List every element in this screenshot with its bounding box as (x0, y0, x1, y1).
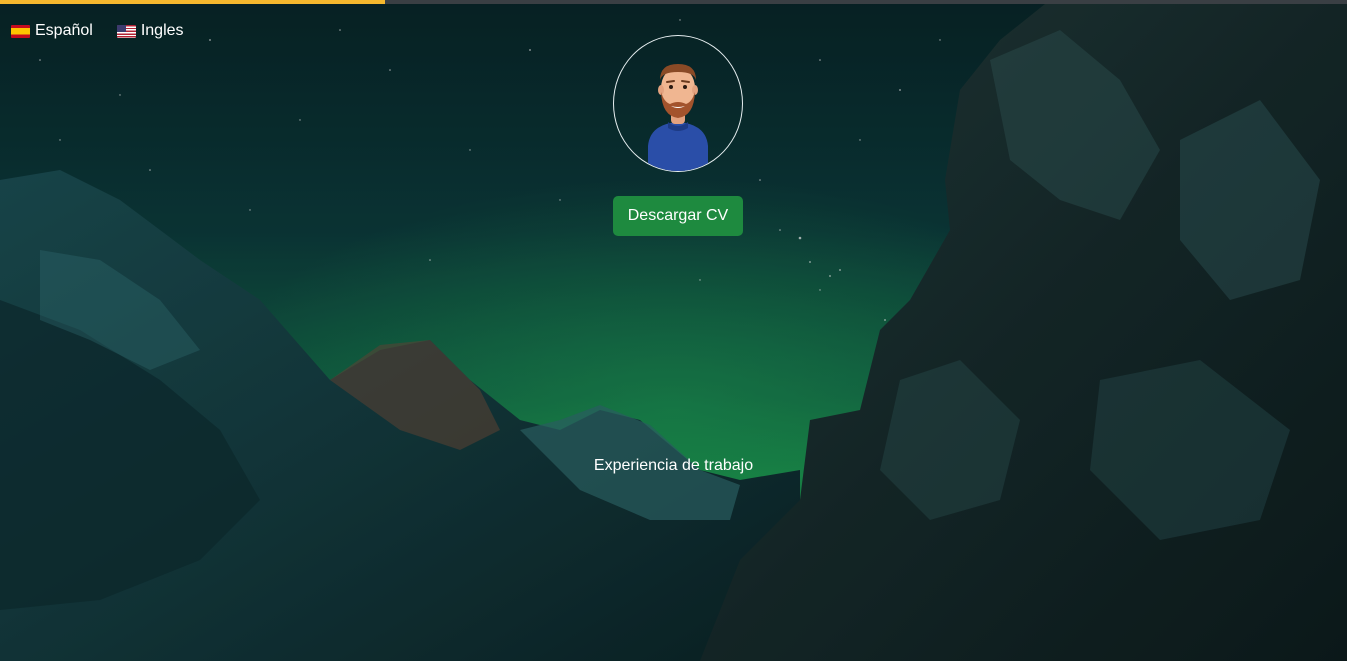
language-option-spanish[interactable]: Español (11, 21, 93, 41)
download-cv-button[interactable]: Descargar CV (613, 196, 743, 236)
language-label-spanish: Español (35, 22, 93, 39)
scroll-progress-bar (0, 0, 1347, 4)
page: Español Ingles Descargar CV Experiencia … (0, 0, 1347, 661)
work-experience-heading: Experiencia de trabajo (593, 457, 754, 474)
flag-us-icon (116, 24, 136, 38)
bearded-man-avatar-icon (648, 64, 708, 171)
flag-es-icon (11, 24, 30, 38)
language-label-english: Ingles (140, 22, 184, 39)
language-option-english[interactable]: Ingles (116, 21, 184, 41)
avatar (613, 35, 743, 172)
scroll-progress-fill (0, 0, 386, 4)
language-switcher: Español Ingles (11, 21, 184, 41)
